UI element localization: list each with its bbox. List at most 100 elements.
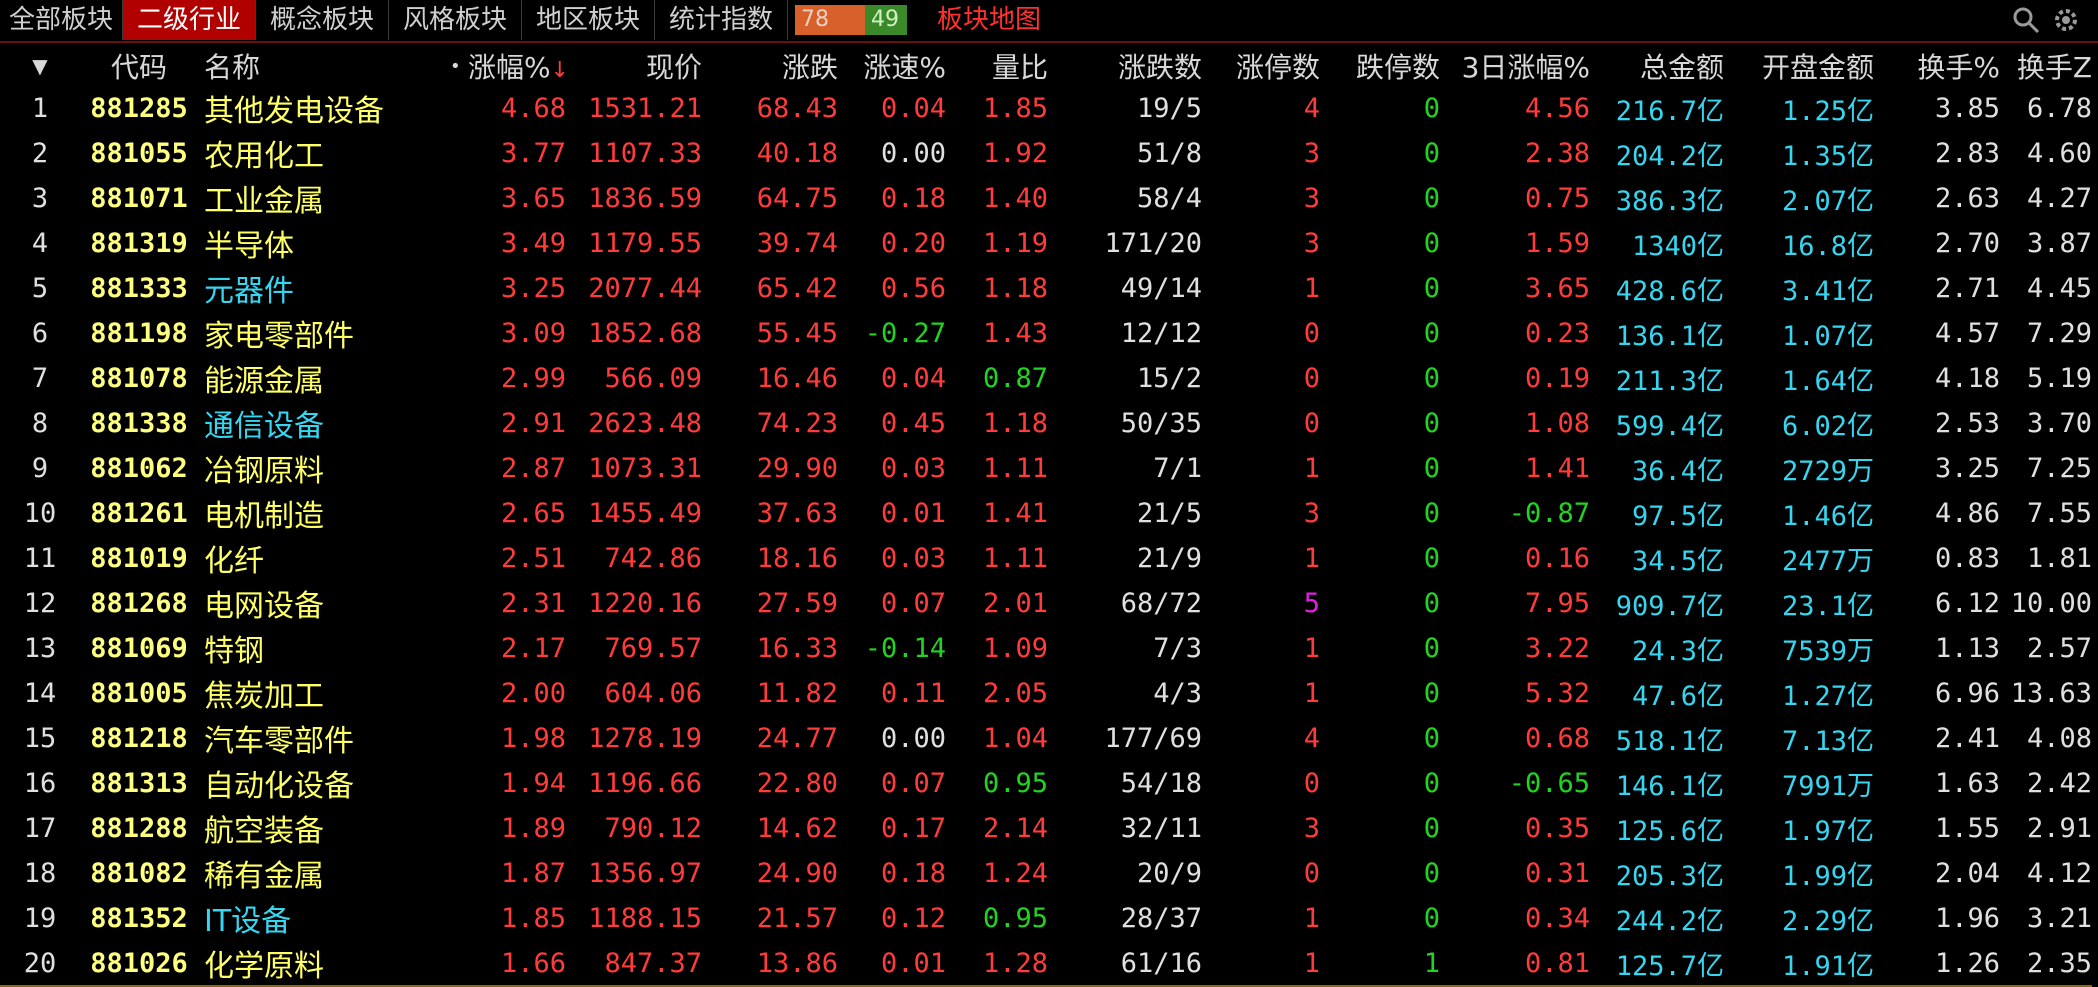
turnover-rate: 1.13: [1874, 625, 2000, 671]
col-limitup-header[interactable]: 涨停数: [1202, 46, 1320, 86]
up-down-count: 58/4: [1048, 175, 1202, 221]
table-row[interactable]: 6 881198 家电零部件 3.09 1852.68 55.45 -0.27 1.43 12/…: [0, 310, 2092, 356]
spacer-cell: [450, 86, 468, 131]
table-row[interactable]: 10 881261 电机制造 2.65 1455.49 37.63 0.01 1.41 21/5…: [0, 490, 2092, 536]
table-row[interactable]: 2 881055 农用化工 3.77 1107.33 40.18 0.00 1.92 51/8 3…: [0, 130, 2092, 176]
table-row[interactable]: 15 881218 汽车零部件 1.98 1278.19 24.77 0.00 1.04 177…: [0, 715, 2092, 761]
tab-region-sectors[interactable]: 地区板块: [522, 0, 655, 40]
spacer-cell: [450, 805, 468, 851]
open-amount: 1.99亿: [1724, 850, 1874, 896]
col-price-header[interactable]: 现价: [566, 46, 702, 86]
table-row[interactable]: 5 881333 元器件 3.25 2077.44 65.42 0.56 1.18 49/14 1…: [0, 265, 2092, 311]
col-amount-header[interactable]: 总金额: [1590, 46, 1724, 86]
pct-change: 2.91: [468, 400, 566, 446]
table-row[interactable]: 18 881082 稀有金属 1.87 1356.97 24.90 0.18 1.24 20/9…: [0, 850, 2092, 896]
table-row[interactable]: 13 881069 特钢 2.17 769.57 16.33 -0.14 1.09 7/3 1 0 3…: [0, 625, 2092, 671]
sector-code: 881198: [80, 310, 198, 356]
table-row[interactable]: 12 881268 电网设备 2.31 1220.16 27.59 0.07 2.01 68/7…: [0, 580, 2092, 626]
table-row[interactable]: 1 881285 其他发电设备 4.68 1531.21 68.43 0.04 1.85 19/…: [0, 86, 2092, 131]
price-change: 24.77: [702, 715, 838, 761]
current-price: 1852.68: [566, 310, 702, 356]
gear-icon[interactable]: [2052, 6, 2080, 34]
col-pct-header[interactable]: 涨幅%↓: [468, 46, 569, 86]
limit-up-count: 1: [1202, 940, 1320, 987]
col-updown-header[interactable]: 涨跌数: [1048, 46, 1202, 86]
table-row[interactable]: 9 881062 冶钢原料 2.87 1073.31 29.90 0.03 1.11 7/1 1 0…: [0, 445, 2092, 491]
open-amount: 2729万: [1724, 445, 1874, 491]
change-speed: 0.03: [838, 535, 946, 581]
pct-3day: 5.32: [1440, 670, 1590, 716]
current-price: 604.06: [566, 670, 702, 716]
sector-name: 电机制造: [198, 490, 450, 536]
pct-3day: 0.34: [1440, 895, 1590, 941]
current-price: 566.09: [566, 355, 702, 401]
current-price: 742.86: [566, 535, 702, 581]
sector-map-link[interactable]: 板块地图: [937, 0, 1041, 40]
col-limitdown-header[interactable]: 跌停数: [1320, 46, 1440, 86]
table-row[interactable]: 7 881078 能源金属 2.99 566.09 16.46 0.04 0.87 15/2 0 0…: [0, 355, 2092, 401]
sector-code: 881078: [80, 355, 198, 401]
row-index: 10: [0, 490, 80, 536]
price-change: 74.23: [702, 400, 838, 446]
sector-name: 能源金属: [198, 355, 450, 401]
table-row[interactable]: 16 881313 自动化设备 1.94 1196.66 22.80 0.07 0.95 54/…: [0, 760, 2092, 806]
turnover-rate: 1.55: [1874, 805, 2000, 851]
col-code-header[interactable]: 代码: [80, 46, 198, 86]
col-volratio-header[interactable]: 量比: [946, 46, 1048, 86]
tab-concept-sectors[interactable]: 概念板块: [256, 0, 389, 40]
limit-down-count: 0: [1320, 535, 1440, 581]
search-icon[interactable]: [2012, 6, 2040, 34]
turnover-rate: 4.18: [1874, 355, 2000, 401]
table-header: ▼ 代码 名称 • 涨幅%↓ 现价 涨跌 涨速% 量比 涨跌数 涨停数 跌停数 …: [0, 46, 2092, 86]
limit-up-count: 3: [1202, 805, 1320, 851]
open-amount: 7.13亿: [1724, 715, 1874, 761]
change-speed: 0.01: [838, 940, 946, 987]
turnover-z: 13.63: [2000, 670, 2092, 716]
price-change: 40.18: [702, 130, 838, 176]
col-speed-header[interactable]: 涨速%: [838, 46, 946, 86]
price-change: 68.43: [702, 86, 838, 131]
limit-down-count: 0: [1320, 310, 1440, 356]
turnover-z: 4.45: [2000, 265, 2092, 311]
pct-3day: 1.41: [1440, 445, 1590, 491]
column-menu-icon[interactable]: ▼: [0, 46, 80, 86]
pct-3day: 1.59: [1440, 220, 1590, 266]
limit-down-count: 0: [1320, 715, 1440, 761]
col-openamount-header[interactable]: 开盘金额: [1724, 46, 1874, 86]
col-pct3d-header[interactable]: 3日涨幅%: [1440, 46, 1590, 86]
advance-count: 78: [795, 5, 865, 35]
limit-up-count: 1: [1202, 670, 1320, 716]
tab-secondary-industry[interactable]: 二级行业: [123, 0, 256, 40]
table-row[interactable]: 14 881005 焦炭加工 2.00 604.06 11.82 0.11 2.05 4/3 1 0…: [0, 670, 2092, 716]
table-row[interactable]: 3 881071 工业金属 3.65 1836.59 64.75 0.18 1.40 58/4 3…: [0, 175, 2092, 221]
limit-up-count: 4: [1202, 715, 1320, 761]
sector-code: 881352: [80, 895, 198, 941]
tab-all-sectors[interactable]: 全部板块: [0, 0, 123, 40]
open-amount: 1.97亿: [1724, 805, 1874, 851]
spacer-cell: [450, 130, 468, 176]
table-row[interactable]: 20 881026 化学原料 1.66 847.37 13.86 0.01 1.28 61/16…: [0, 940, 2092, 987]
table-row[interactable]: 8 881338 通信设备 2.91 2623.48 74.23 0.45 1.18 50/35…: [0, 400, 2092, 446]
up-down-count: 50/35: [1048, 400, 1202, 446]
current-price: 790.12: [566, 805, 702, 851]
col-name-header[interactable]: 名称: [198, 46, 450, 86]
spacer-cell: [450, 535, 468, 581]
table-row[interactable]: 17 881288 航空装备 1.89 790.12 14.62 0.17 2.14 32/11…: [0, 805, 2092, 851]
col-turnover2-header[interactable]: 换手Z: [2000, 46, 2092, 86]
open-amount: 23.1亿: [1724, 580, 1874, 626]
tab-statistics-index[interactable]: 统计指数: [655, 0, 788, 40]
turnover-rate: 4.86: [1874, 490, 2000, 536]
change-speed: 0.17: [838, 805, 946, 851]
change-speed: -0.14: [838, 625, 946, 671]
table-row[interactable]: 4 881319 半导体 3.49 1179.55 39.74 0.20 1.19 171/20…: [0, 220, 2092, 266]
sector-code: 881069: [80, 625, 198, 671]
table-row[interactable]: 19 881352 IT设备 1.85 1188.15 21.57 0.12 0.95 28/3…: [0, 895, 2092, 941]
tab-style-sectors[interactable]: 风格板块: [389, 0, 522, 40]
table-row[interactable]: 11 881019 化纤 2.51 742.86 18.16 0.03 1.11 21/9 1 0 0…: [0, 535, 2092, 581]
pct-3day: 2.38: [1440, 130, 1590, 176]
turnover-rate: 2.63: [1874, 175, 2000, 221]
col-turnover-header[interactable]: 换手%: [1874, 46, 2000, 86]
open-amount: 1.64亿: [1724, 355, 1874, 401]
col-change-header[interactable]: 涨跌: [702, 46, 838, 86]
turnover-z: 4.08: [2000, 715, 2092, 761]
